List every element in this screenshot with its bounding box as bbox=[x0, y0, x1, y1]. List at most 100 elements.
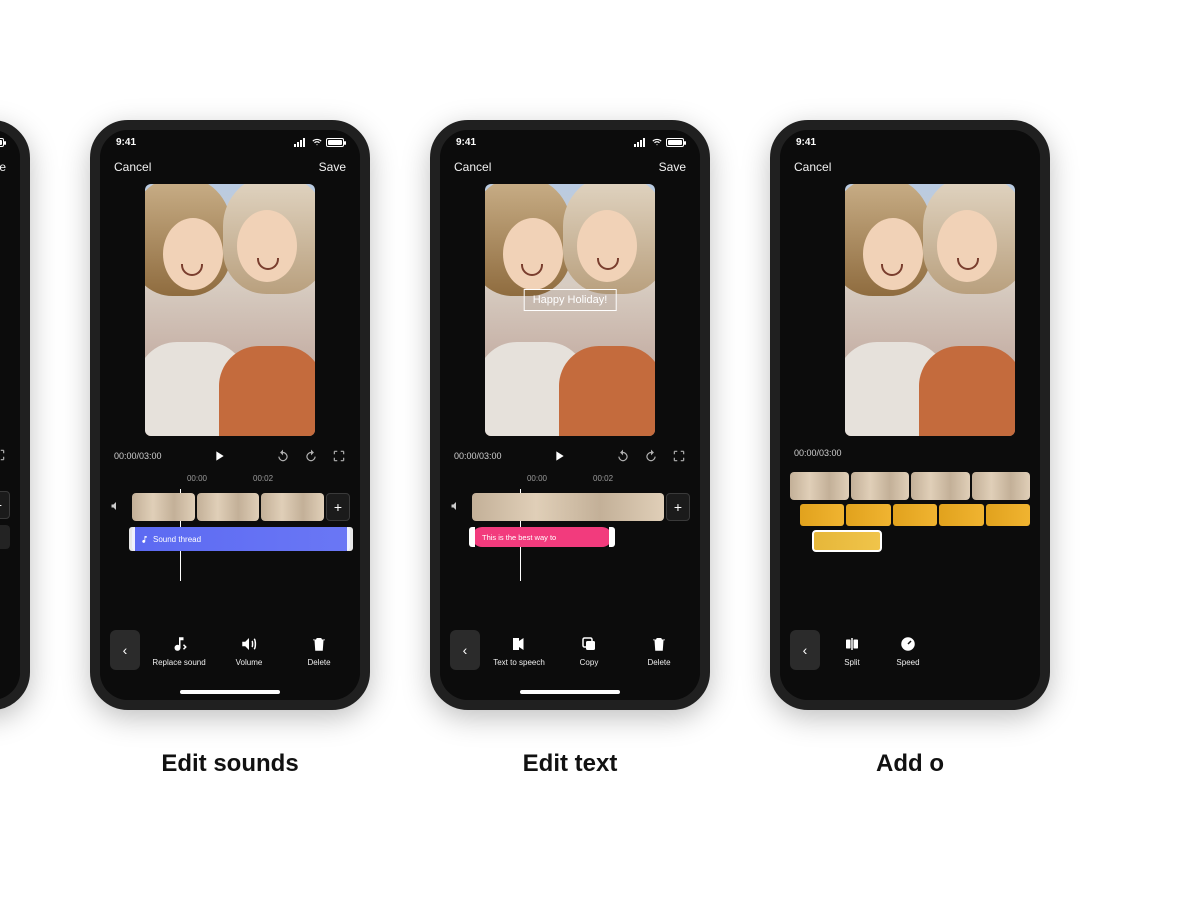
timeline[interactable]: + bbox=[0, 481, 20, 549]
redo-icon[interactable] bbox=[304, 449, 318, 463]
video-clip[interactable] bbox=[972, 472, 1031, 500]
text-clip-label: This is the best way to bbox=[482, 533, 556, 542]
wifi-icon bbox=[311, 137, 323, 147]
add-clip-button[interactable]: + bbox=[0, 491, 10, 519]
play-icon[interactable] bbox=[211, 448, 227, 464]
volume-icon[interactable] bbox=[110, 500, 126, 515]
tool-delete[interactable]: Delete bbox=[288, 634, 350, 667]
wifi-icon bbox=[651, 137, 663, 147]
playback-time: 00:00/03:00 bbox=[454, 451, 502, 461]
video-clip[interactable] bbox=[790, 472, 849, 500]
battery-icon bbox=[666, 138, 684, 147]
home-indicator-icon bbox=[180, 690, 280, 694]
cellular-icon bbox=[634, 137, 648, 147]
overlay-clip[interactable] bbox=[812, 530, 882, 552]
play-icon[interactable] bbox=[551, 448, 567, 464]
save-button[interactable]: Save bbox=[319, 160, 346, 174]
video-preview[interactable] bbox=[845, 184, 1015, 436]
trash-icon bbox=[310, 635, 328, 653]
timeline[interactable]: + Sound thread bbox=[100, 483, 360, 551]
time-marker: 00:00 bbox=[187, 474, 207, 483]
tool-split[interactable]: Split bbox=[828, 634, 876, 667]
timeline[interactable]: + This is the best way to bbox=[440, 483, 700, 547]
tool-label: Volume bbox=[236, 658, 263, 667]
volume-icon bbox=[240, 635, 258, 653]
fullscreen-icon[interactable] bbox=[0, 448, 6, 462]
text-overlay[interactable]: Happy Holiday! bbox=[524, 289, 617, 311]
volume-icon[interactable] bbox=[450, 500, 466, 515]
tool-label: Speed bbox=[896, 658, 919, 667]
caption: Add o bbox=[876, 750, 944, 778]
battery-icon bbox=[326, 138, 344, 147]
tool-overlay[interactable]: Overlay bbox=[0, 637, 10, 670]
video-preview[interactable]: Happy Holiday! bbox=[485, 184, 655, 436]
tool-label: Delete bbox=[307, 658, 330, 667]
playback-time: 00:00/03:00 bbox=[794, 448, 842, 458]
undo-icon[interactable] bbox=[276, 449, 290, 463]
save-button[interactable]: Save bbox=[0, 160, 6, 174]
fullscreen-icon[interactable] bbox=[332, 449, 346, 463]
phone-mock-3: 9:41 Cancel Save Happy Holiday! bbox=[430, 120, 710, 710]
tool-label: Replace sound bbox=[152, 658, 205, 667]
cancel-button[interactable]: Cancel bbox=[114, 160, 151, 174]
status-bar: 9:41 bbox=[780, 130, 1040, 154]
sound-clip[interactable]: Sound thread bbox=[132, 527, 350, 551]
copy-icon bbox=[580, 635, 598, 653]
tool-copy[interactable]: Copy bbox=[558, 634, 620, 667]
phone-mock-2: 9:41 Cancel Save 00:0 bbox=[90, 120, 370, 710]
timeline[interactable] bbox=[780, 462, 1040, 552]
redo-icon[interactable] bbox=[644, 449, 658, 463]
add-clip-button[interactable]: + bbox=[666, 493, 690, 521]
tool-volume[interactable]: Volume bbox=[218, 634, 280, 667]
cancel-button[interactable]: Cancel bbox=[454, 160, 491, 174]
time-marker: 00:00 bbox=[527, 474, 547, 483]
caption: Edit text bbox=[523, 750, 618, 778]
toolbar-back-button[interactable]: ‹ bbox=[790, 630, 820, 670]
cellular-icon bbox=[294, 137, 308, 147]
tool-label: Split bbox=[844, 658, 860, 667]
trash-icon bbox=[650, 635, 668, 653]
sound-clip-label: Sound thread bbox=[153, 535, 201, 544]
video-clip[interactable] bbox=[261, 493, 324, 521]
phone-mock-4: 9:41 Cancel 00:00/03:00 bbox=[770, 120, 1050, 710]
tool-label: Delete bbox=[647, 658, 670, 667]
undo-icon[interactable] bbox=[616, 449, 630, 463]
empty-track[interactable] bbox=[0, 525, 10, 549]
video-clip[interactable] bbox=[472, 493, 664, 521]
speed-icon bbox=[899, 635, 917, 653]
overlay-layer-track[interactable] bbox=[800, 504, 1030, 526]
playback-time: 00:00/03:00 bbox=[114, 451, 162, 461]
time-marker: 00:02 bbox=[253, 474, 273, 483]
toolbar-back-button[interactable]: ‹ bbox=[110, 630, 140, 670]
fullscreen-icon[interactable] bbox=[672, 449, 686, 463]
status-bar: 9:41 bbox=[440, 130, 700, 154]
caption: Edit sounds bbox=[161, 750, 298, 778]
cancel-button[interactable]: Cancel bbox=[794, 160, 831, 174]
video-preview[interactable] bbox=[145, 184, 315, 436]
split-icon bbox=[843, 635, 861, 653]
status-time: 9:41 bbox=[796, 137, 816, 148]
text-clip[interactable]: This is the best way to bbox=[472, 527, 612, 547]
phone-mock-1: 9:41 Save 00:00/03:00 bbox=[0, 120, 30, 710]
text-to-speech-icon bbox=[510, 635, 528, 653]
status-time: 9:41 bbox=[456, 137, 476, 148]
tool-delete[interactable]: Delete bbox=[628, 634, 690, 667]
time-marker: 00:02 bbox=[593, 474, 613, 483]
video-clip[interactable] bbox=[197, 493, 260, 521]
video-clip[interactable] bbox=[851, 472, 910, 500]
add-clip-button[interactable]: + bbox=[326, 493, 350, 521]
status-bar: 9:41 bbox=[100, 130, 360, 154]
tool-label: Text to speech bbox=[493, 658, 545, 667]
save-button[interactable]: Save bbox=[659, 160, 686, 174]
video-clip[interactable] bbox=[132, 493, 195, 521]
home-indicator-icon bbox=[520, 690, 620, 694]
battery-icon bbox=[0, 138, 4, 147]
tool-text-to-speech[interactable]: Text to speech bbox=[488, 634, 550, 667]
tool-replace-sound[interactable]: Replace sound bbox=[148, 634, 210, 667]
tool-speed[interactable]: Speed bbox=[884, 634, 932, 667]
video-clip[interactable] bbox=[911, 472, 970, 500]
status-bar: 9:41 bbox=[0, 130, 20, 154]
music-note-icon bbox=[140, 535, 149, 544]
toolbar-back-button[interactable]: ‹ bbox=[450, 630, 480, 670]
status-time: 9:41 bbox=[116, 137, 136, 148]
